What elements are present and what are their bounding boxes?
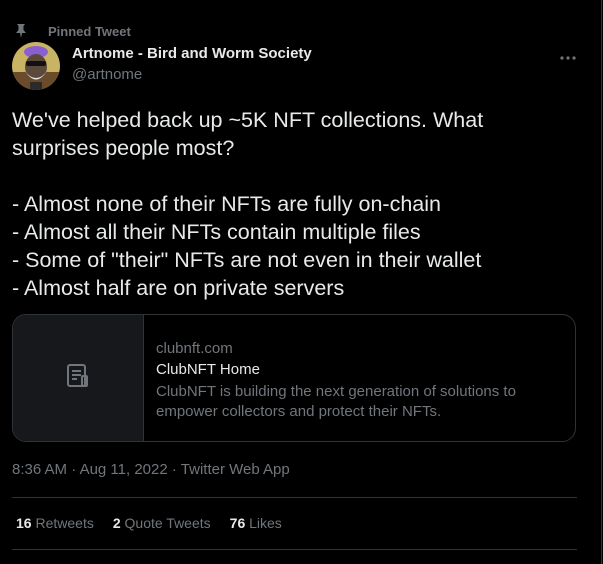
meta-separator: · [71,461,77,478]
divider [12,549,577,550]
tweet-date[interactable]: Aug 11, 2022 [80,461,168,478]
pinned-indicator: Pinned Tweet [14,22,131,40]
column-border [601,0,602,564]
card-description-line: ClubNFT is building the next generation … [156,383,516,400]
tweet-line: surprises people most? [12,136,235,160]
card-body: clubnft.com ClubNFT Home ClubNFT is buil… [156,339,566,422]
tweet-text: We've helped back up ~5K NFT collections… [12,106,592,302]
quote-tweets-count: 2 [112,515,121,531]
card-title: ClubNFT Home [156,361,260,378]
tweet-client[interactable]: Twitter Web App [181,461,290,478]
retweets-count: 16 [16,515,32,531]
pinned-label: Pinned Tweet [48,23,131,39]
likes-label: Likes [249,515,282,531]
tweet-page: Pinned Tweet Artnome - Bird and Worm Soc… [0,0,603,564]
pin-icon [14,23,28,39]
more-icon [560,47,576,65]
author-handle[interactable]: @artnome [72,66,142,83]
quote-tweets-label: Quote Tweets [124,515,211,531]
card-thumbnail [13,315,144,441]
card-description-line: empower collectors and protect their NFT… [156,403,442,420]
document-icon [65,363,91,394]
tweet-line: - Some of "their" NFTs are not even in t… [12,248,482,272]
divider [12,497,577,498]
tweet-line: - Almost all their NFTs contain multiple… [12,220,421,244]
tweet-line: - Almost half are on private servers [12,276,345,300]
tweet-line [12,162,592,190]
tweet-timestamp: 8:36 AM · Aug 11, 2022 · Twitter Web App [12,461,290,478]
likes-count: 76 [229,515,246,531]
more-options-button[interactable] [556,44,580,68]
card-description: ClubNFT is building the next generation … [156,382,566,422]
engagement-stats: 16 Retweets 2 Quote Tweets 76 Likes [16,515,301,531]
tweet-time[interactable]: 8:36 AM [12,461,67,478]
avatar[interactable] [12,42,60,90]
quote-tweets-stat[interactable]: 2 Quote Tweets [113,515,211,531]
retweets-stat[interactable]: 16 Retweets [16,515,94,531]
author-name[interactable]: Artnome - Bird and Worm Society [72,45,312,62]
meta-separator: · [171,461,177,478]
card-domain: clubnft.com [156,340,233,357]
link-card[interactable]: clubnft.com ClubNFT Home ClubNFT is buil… [12,314,576,442]
retweets-label: Retweets [35,515,94,531]
tweet-line: We've helped back up ~5K NFT collections… [12,108,484,132]
tweet-line: - Almost none of their NFTs are fully on… [12,192,441,216]
likes-stat[interactable]: 76 Likes [230,515,282,531]
